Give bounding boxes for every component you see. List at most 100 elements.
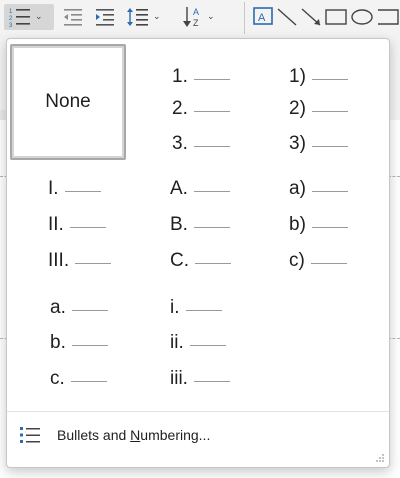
numbering-gallery: None 1. 2. 3. 1) 2) 3) I. II. III. A. B.…	[6, 38, 390, 468]
placeholder-line	[193, 380, 230, 382]
svg-text:A: A	[258, 12, 266, 24]
number-label: a)	[289, 178, 306, 199]
placeholder-line	[193, 226, 230, 228]
shapes-gallery[interactable]: A	[252, 4, 400, 30]
none-label: None	[45, 91, 91, 112]
number-label: B.	[170, 214, 188, 235]
list-icon	[20, 427, 40, 443]
increase-indent-button[interactable]	[94, 4, 120, 30]
text-direction-icon: A Z	[183, 7, 199, 28]
list-item: ii.	[132, 331, 248, 355]
placeholder-line	[195, 262, 231, 264]
list-item: A.	[132, 177, 248, 201]
placeholder-line	[310, 262, 347, 264]
number-label: I.	[48, 178, 59, 199]
number-label: C.	[170, 250, 189, 271]
list-item: 1)	[253, 65, 369, 89]
decrease-indent-button[interactable]	[62, 4, 88, 30]
placeholder-line	[75, 262, 112, 264]
footer-label-prefix: Bullets and	[57, 427, 131, 443]
list-item: B.	[132, 213, 248, 237]
placeholder-line	[311, 190, 348, 192]
number-label: i.	[170, 297, 180, 318]
footer-label-suffix: umbering...	[140, 427, 211, 443]
chevron-down-icon[interactable]: ⌄	[207, 12, 215, 22]
numbering-tile-lower-alpha-period[interactable]: a. b. c.	[10, 286, 126, 402]
line-spacing-icon	[127, 8, 148, 26]
line-spacing-button[interactable]: ⌄	[126, 4, 170, 30]
number-label: 1)	[289, 66, 306, 87]
list-item: I.	[10, 177, 126, 201]
list-item: b.	[10, 331, 126, 355]
bullets-and-numbering-button[interactable]: Bullets and Numbering...	[19, 421, 210, 449]
number-label: c)	[289, 250, 305, 271]
list-item: 2)	[253, 97, 369, 121]
number-label: 2.	[172, 98, 188, 119]
numbering-tile-arabic-period[interactable]: 1. 2. 3.	[132, 44, 248, 160]
number-label: ii.	[170, 332, 184, 353]
svg-text:3: 3	[9, 23, 13, 28]
placeholder-line	[193, 78, 230, 80]
ribbon-separator	[244, 2, 245, 34]
placeholder-line	[189, 344, 226, 346]
numbering-tile-lower-roman[interactable]: i. ii. iii.	[132, 286, 248, 402]
footer-label: Bullets and Numbering...	[57, 427, 210, 443]
svg-text:Z: Z	[193, 18, 199, 28]
list-item: c.	[10, 367, 126, 391]
decrease-indent-icon	[64, 9, 82, 26]
numbering-split-button[interactable]: 1 2 3 ⌄	[4, 4, 54, 30]
placeholder-line	[311, 145, 348, 147]
numbering-tile-lower-alpha-paren[interactable]: a) b) c)	[253, 165, 369, 281]
text-direction-button[interactable]: A Z ⌄	[182, 4, 222, 30]
list-item: i.	[132, 296, 248, 320]
number-label: a.	[50, 297, 66, 318]
footer-label-access-key: N	[130, 427, 141, 443]
list-item: a.	[10, 296, 126, 320]
placeholder-line	[71, 309, 108, 311]
list-item: C.	[132, 249, 248, 273]
increase-indent-icon	[96, 9, 114, 26]
number-label: 1.	[172, 66, 188, 87]
number-label: b)	[289, 214, 306, 235]
list-item: a)	[253, 177, 369, 201]
list-item: 2.	[132, 97, 248, 121]
number-label: 3)	[289, 133, 306, 154]
shapes-icon: A	[253, 7, 399, 26]
number-label: c.	[50, 368, 65, 389]
svg-text:2: 2	[9, 16, 13, 22]
placeholder-line	[185, 309, 222, 311]
placeholder-line	[193, 190, 230, 192]
svg-text:1: 1	[9, 9, 13, 15]
placeholder-line	[70, 380, 107, 382]
list-item: b)	[253, 213, 369, 237]
numbering-tile-upper-alpha[interactable]: A. B. C.	[132, 165, 248, 281]
placeholder-line	[193, 110, 230, 112]
list-item: 3)	[253, 132, 369, 156]
placeholder-line	[311, 78, 348, 80]
numbering-none-tile[interactable]: None	[10, 44, 126, 160]
number-label: II.	[48, 214, 64, 235]
placeholder-line	[311, 110, 348, 112]
chevron-down-icon[interactable]: ⌄	[35, 12, 43, 22]
resize-grip-icon[interactable]	[375, 453, 385, 463]
number-label: 3.	[172, 133, 188, 154]
number-label: iii.	[170, 368, 188, 389]
svg-text:A: A	[193, 7, 199, 17]
placeholder-line	[71, 344, 108, 346]
placeholder-line	[69, 226, 106, 228]
gallery-divider	[7, 411, 389, 412]
list-item: III.	[10, 249, 126, 273]
list-item: iii.	[132, 367, 248, 391]
number-label: A.	[170, 178, 188, 199]
numbering-icon: 1 2 3	[9, 9, 30, 28]
list-item: 3.	[132, 132, 248, 156]
placeholder-line	[64, 190, 101, 192]
chevron-down-icon[interactable]: ⌄	[153, 12, 161, 22]
numbering-tile-arabic-paren[interactable]: 1) 2) 3)	[253, 44, 369, 160]
number-label: b.	[50, 332, 66, 353]
numbering-tile-upper-roman[interactable]: I. II. III.	[10, 165, 126, 281]
placeholder-line	[193, 145, 230, 147]
placeholder-line	[311, 226, 348, 228]
list-item: 1.	[132, 65, 248, 89]
list-item: II.	[10, 213, 126, 237]
